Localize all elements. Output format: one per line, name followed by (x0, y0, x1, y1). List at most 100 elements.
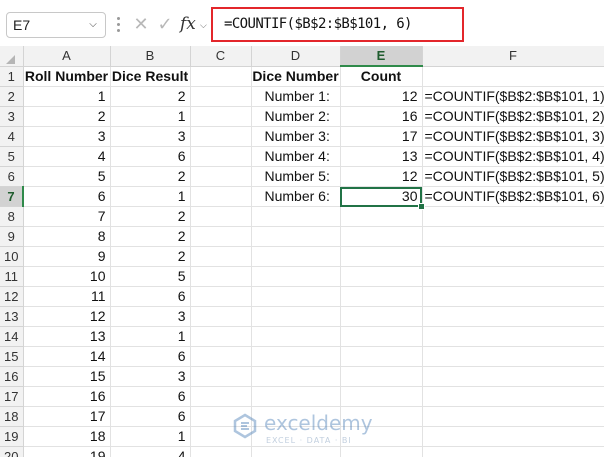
cell-d8[interactable] (251, 206, 341, 227)
cell-f5[interactable]: =COUNTIF($B$2:$B$101, 4) (422, 146, 604, 167)
cell-a1[interactable]: Roll Number (23, 66, 111, 87)
insert-function-icon[interactable]: fx (180, 12, 202, 36)
cell-d11[interactable] (251, 266, 341, 287)
cell-c1[interactable] (190, 66, 252, 87)
cell-e15[interactable] (340, 346, 423, 367)
more-options-icon[interactable] (113, 14, 123, 36)
cell-d4[interactable]: Number 3: (251, 126, 341, 147)
cell-d2[interactable]: Number 1: (251, 86, 341, 107)
cell-b14[interactable]: 1 (110, 326, 191, 347)
cell-e1[interactable]: Count (340, 66, 423, 87)
cell-a8[interactable]: 7 (23, 206, 111, 227)
row-header[interactable]: 13 (0, 306, 24, 327)
row-header[interactable]: 11 (0, 266, 24, 287)
cell-d15[interactable] (251, 346, 341, 367)
cell-c3[interactable] (190, 106, 252, 127)
cell-b6[interactable]: 2 (110, 166, 191, 187)
cell-b4[interactable]: 3 (110, 126, 191, 147)
column-header-e[interactable]: E (340, 46, 423, 67)
cell-e7[interactable]: 30 (340, 186, 423, 207)
column-header-a[interactable]: A (23, 46, 111, 67)
cell-d1[interactable]: Dice Number (251, 66, 341, 87)
cell-a14[interactable]: 13 (23, 326, 111, 347)
fill-handle[interactable] (418, 202, 425, 210)
cell-e16[interactable] (340, 366, 423, 387)
row-header[interactable]: 20 (0, 446, 24, 457)
row-header[interactable]: 6 (0, 166, 24, 187)
cell-c6[interactable] (190, 166, 252, 187)
cell-c7[interactable] (190, 186, 252, 207)
cell-f6[interactable]: =COUNTIF($B$2:$B$101, 5) (422, 166, 604, 187)
cell-b3[interactable]: 1 (110, 106, 191, 127)
cell-a20[interactable]: 19 (23, 446, 111, 457)
cell-a10[interactable]: 9 (23, 246, 111, 267)
row-header[interactable]: 7 (0, 186, 24, 207)
cell-c10[interactable] (190, 246, 252, 267)
cell-c14[interactable] (190, 326, 252, 347)
cell-f3[interactable]: =COUNTIF($B$2:$B$101, 2) (422, 106, 604, 127)
row-header[interactable]: 18 (0, 406, 24, 427)
cell-f13[interactable] (422, 306, 604, 327)
cell-d13[interactable] (251, 306, 341, 327)
cell-c4[interactable] (190, 126, 252, 147)
row-header[interactable]: 12 (0, 286, 24, 307)
cell-f4[interactable]: =COUNTIF($B$2:$B$101, 3) (422, 126, 604, 147)
row-header[interactable]: 14 (0, 326, 24, 347)
row-header[interactable]: 1 (0, 66, 24, 87)
cell-a12[interactable]: 11 (23, 286, 111, 307)
cell-f12[interactable] (422, 286, 604, 307)
cell-a13[interactable]: 12 (23, 306, 111, 327)
formula-input[interactable]: =COUNTIF($B$2:$B$101, 6) (224, 9, 412, 40)
cell-b7[interactable]: 1 (110, 186, 191, 207)
cell-a15[interactable]: 14 (23, 346, 111, 367)
cell-d16[interactable] (251, 366, 341, 387)
cell-f19[interactable] (422, 426, 604, 447)
cell-f16[interactable] (422, 366, 604, 387)
cell-a4[interactable]: 3 (23, 126, 111, 147)
cell-c2[interactable] (190, 86, 252, 107)
cell-a7[interactable]: 6 (23, 186, 111, 207)
cell-c13[interactable] (190, 306, 252, 327)
cell-b17[interactable]: 6 (110, 386, 191, 407)
cell-a11[interactable]: 10 (23, 266, 111, 287)
cell-b12[interactable]: 6 (110, 286, 191, 307)
cell-b13[interactable]: 3 (110, 306, 191, 327)
check-icon[interactable]: ✓ (155, 12, 175, 36)
cell-b16[interactable]: 3 (110, 366, 191, 387)
cell-c17[interactable] (190, 386, 252, 407)
cell-e14[interactable] (340, 326, 423, 347)
row-header[interactable]: 3 (0, 106, 24, 127)
cell-f7[interactable]: =COUNTIF($B$2:$B$101, 6) (422, 186, 604, 207)
cell-d14[interactable] (251, 326, 341, 347)
row-header[interactable]: 4 (0, 126, 24, 147)
column-header-b[interactable]: B (110, 46, 191, 67)
cell-e2[interactable]: 12 (340, 86, 423, 107)
row-header[interactable]: 17 (0, 386, 24, 407)
cell-f20[interactable] (422, 446, 604, 457)
cell-e5[interactable]: 13 (340, 146, 423, 167)
cell-f18[interactable] (422, 406, 604, 427)
cell-b15[interactable]: 6 (110, 346, 191, 367)
cell-e8[interactable] (340, 206, 423, 227)
cell-e12[interactable] (340, 286, 423, 307)
close-icon[interactable]: ✕ (131, 12, 151, 36)
row-header[interactable]: 15 (0, 346, 24, 367)
row-header[interactable]: 16 (0, 366, 24, 387)
cell-c15[interactable] (190, 346, 252, 367)
cell-d10[interactable] (251, 246, 341, 267)
name-box[interactable]: E7 ⌵ (6, 12, 106, 38)
cell-a19[interactable]: 18 (23, 426, 111, 447)
cell-d6[interactable]: Number 5: (251, 166, 341, 187)
cell-c12[interactable] (190, 286, 252, 307)
cell-d3[interactable]: Number 2: (251, 106, 341, 127)
spreadsheet-grid[interactable]: A B C D E F 1 Roll Number Dice Result Dice Number… (0, 46, 604, 457)
cell-f9[interactable] (422, 226, 604, 247)
cell-e4[interactable]: 17 (340, 126, 423, 147)
column-header-f[interactable]: F (422, 46, 604, 67)
cell-e9[interactable] (340, 226, 423, 247)
cell-a5[interactable]: 4 (23, 146, 111, 167)
cell-f17[interactable] (422, 386, 604, 407)
cell-f14[interactable] (422, 326, 604, 347)
cell-f2[interactable]: =COUNTIF($B$2:$B$101, 1) (422, 86, 604, 107)
cell-e11[interactable] (340, 266, 423, 287)
